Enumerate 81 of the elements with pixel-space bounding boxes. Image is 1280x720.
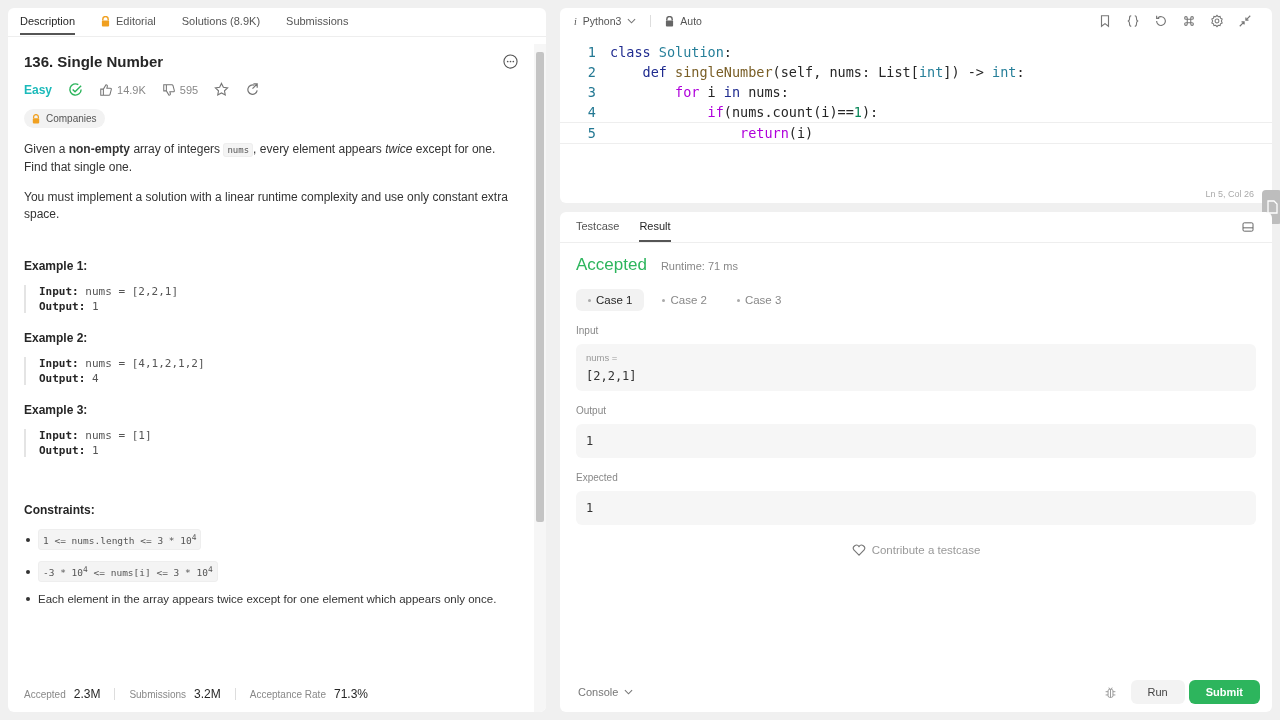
settings-icon[interactable] — [1210, 14, 1224, 28]
example-input-text: Input: nums = [4,1,2,1,2] — [39, 357, 206, 370]
reset-icon[interactable] — [1154, 14, 1168, 28]
stat-label: Acceptance Rate — [249, 688, 326, 700]
dislike-button[interactable]: 595 — [161, 82, 199, 97]
panel-tab[interactable]: Editorial — [101, 9, 156, 35]
console-button[interactable]: Console — [572, 685, 640, 699]
result-tab[interactable]: Result — [639, 212, 671, 242]
expected-value: 1 — [586, 501, 595, 515]
collapse-icon[interactable] — [1238, 14, 1252, 28]
field-label: Expected — [576, 472, 619, 483]
panel-tab[interactable]: Submissions — [286, 9, 349, 35]
like-button[interactable]: 14.9K — [99, 82, 146, 97]
example-title: Example 1: — [24, 259, 89, 273]
line-number: 1 — [586, 44, 597, 60]
bullet-icon — [26, 569, 30, 574]
code-line: def singleNumber(self, nums: List[int]) -> int: — [641, 64, 1025, 80]
code-line: if(nums.count(i)==1): — [706, 104, 879, 120]
description-paragraph: Given a non-empty array of integers nums , every element appears twice except for one. Find that single one. — [24, 141, 497, 176]
example-input-text: Input: nums = [1] — [39, 429, 153, 442]
code-line: class Solution: — [610, 44, 732, 60]
variable-value: [2,2,1] — [586, 369, 638, 383]
difficulty-label: Easy — [24, 82, 53, 97]
stat-label: Accepted — [24, 688, 66, 700]
share-icon[interactable] — [245, 82, 261, 97]
stat-value: 3.2M — [194, 687, 221, 701]
output-value: 1 — [586, 434, 595, 448]
bug-icon[interactable] — [1103, 685, 1117, 699]
command-icon[interactable] — [1182, 14, 1196, 28]
example-input-text: Input: nums = [2,2,1] — [39, 285, 180, 298]
constraint-text: Each element in the array appears twice except for one element which appears only once. — [38, 593, 497, 606]
code-line: return(i) — [739, 125, 814, 141]
stat-value: 71.3% — [333, 687, 368, 701]
panel-tab[interactable]: Description — [20, 9, 76, 35]
case-tab[interactable]: Case 3 — [724, 289, 794, 311]
panel-tab[interactable]: Solutions (8.9K) — [181, 9, 261, 35]
example-output-text: Output: 4 — [39, 372, 100, 385]
constraints-title: Constraints: — [24, 503, 96, 517]
result-status: Accepted — [576, 255, 647, 275]
line-number: 2 — [586, 64, 597, 80]
lock-icon — [665, 15, 675, 27]
line-number: 4 — [586, 104, 597, 120]
thumbs-up-icon — [99, 82, 114, 97]
line-number: 3 — [586, 84, 597, 100]
description-paragraph: You must implement a solution with a linear runtime complexity and use only constant extra space. — [24, 189, 509, 223]
thumbs-down-icon — [161, 82, 176, 97]
run-button[interactable]: Run — [1130, 680, 1185, 704]
bullet-icon — [26, 597, 30, 602]
chevron-down-icon — [627, 18, 637, 24]
example-output-text: Output: 1 — [39, 444, 100, 457]
layout-icon[interactable] — [1242, 222, 1254, 232]
auto-mode-toggle[interactable]: Auto — [665, 15, 702, 27]
bookmark-icon[interactable] — [1098, 14, 1112, 28]
example-title: Example 2: — [24, 331, 89, 345]
example-title: Example 3: — [24, 403, 89, 417]
example-output-text: Output: 1 — [39, 300, 100, 313]
constraint-code: -3 * 10$^{4}$ <= nums[i] <= 3 * 10$^{4}$ — [38, 561, 218, 583]
code-line: for i in nums: — [674, 84, 789, 100]
runtime-label: Runtime: 71 ms — [660, 260, 738, 272]
result-tab[interactable]: Testcase — [576, 212, 620, 242]
field-label: Output — [576, 405, 608, 416]
bullet-icon — [26, 537, 30, 542]
language-dropdown[interactable]: i Python3 — [574, 15, 637, 27]
more-icon[interactable] — [503, 54, 518, 69]
case-tab[interactable]: Case 2 — [650, 289, 719, 311]
line-number: 5 — [586, 125, 597, 141]
stat-value: 2.3M — [73, 687, 101, 701]
stat-label: Submissions — [129, 688, 187, 700]
problem-title: 136. Single Number — [24, 53, 164, 70]
cursor-position: Ln 5, Col 26 — [1205, 189, 1254, 199]
field-label: Input — [576, 325, 600, 336]
star-icon[interactable] — [214, 82, 230, 97]
scrollbar[interactable] — [534, 44, 546, 712]
heart-icon — [851, 544, 866, 556]
braces-icon[interactable] — [1126, 14, 1140, 28]
constraint-code: 1 <= nums.length <= 3 * 10$^{4}$ — [38, 529, 202, 551]
case-tab[interactable]: Case 1 — [576, 289, 645, 311]
variable-name: nums = — [586, 352, 619, 363]
companies-tag[interactable]: Companies — [24, 109, 105, 128]
lock-icon — [32, 113, 40, 124]
chevron-down-icon — [624, 689, 634, 695]
